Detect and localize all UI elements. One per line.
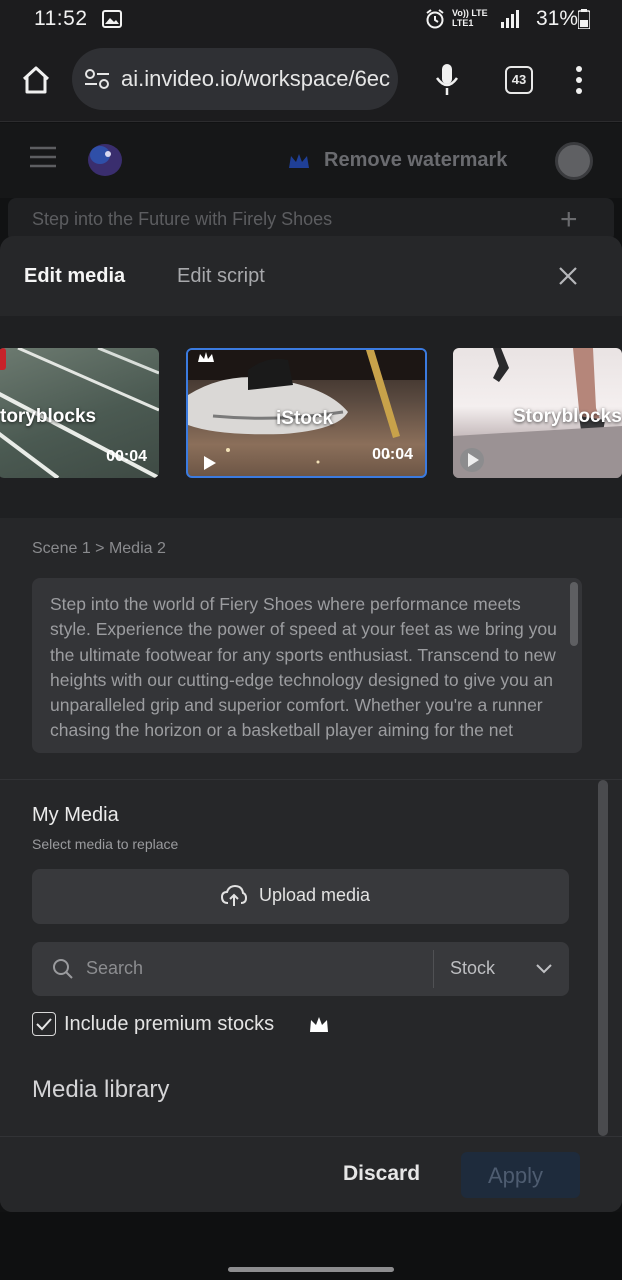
app-header: Remove watermark [0,123,622,198]
signal-icon [501,10,519,28]
my-media-title: My Media [32,804,119,826]
alarm-icon [426,9,444,29]
breadcrumb: Scene 1 > Media 2 [32,540,166,557]
media-search-bar: Search Stock [32,942,569,996]
network-bottom: LTE1 [452,18,474,28]
remove-watermark-button[interactable]: Remove watermark [324,149,507,172]
tab-switcher-button[interactable]: 43 [505,66,533,94]
add-scene-icon[interactable]: + [560,203,578,237]
chevron-down-icon[interactable] [535,963,553,975]
stock-filter-select[interactable]: Stock [450,958,495,979]
checkmark-icon [36,1018,52,1031]
media-thumbnail-selected[interactable]: iStock 00:04 [186,348,427,478]
play-icon [204,456,216,470]
thumbnail-source-label: iStock [276,408,334,429]
close-icon[interactable] [552,260,584,292]
crown-icon [310,1017,328,1032]
apply-button[interactable]: Apply [461,1152,580,1198]
hamburger-menu-icon[interactable] [29,145,57,169]
modal-scrollbar[interactable] [598,780,608,1136]
thumbnail-source-label: toryblocks [0,406,97,427]
search-input[interactable]: Search [86,958,143,979]
edit-media-modal: Edit media Edit script toryblocks 00:04 [0,236,622,1212]
media-library-title: Media library [32,1076,170,1103]
address-bar[interactable]: ai.invideo.io/workspace/6ec [72,48,398,110]
url-text: ai.invideo.io/workspace/6ec [121,66,391,91]
apply-label: Apply [488,1163,544,1188]
gallery-icon [102,10,122,28]
script-scrollbar[interactable] [570,582,578,646]
media-thumbnail[interactable]: toryblocks 00:04 [0,348,159,478]
my-media-subtitle: Select media to replace [32,836,179,852]
thumbnail-duration: 00:04 [372,446,413,463]
script-textarea[interactable]: Step into the world of Fiery Shoes where… [32,578,582,753]
site-settings-icon[interactable] [84,68,110,90]
home-icon[interactable] [20,64,52,96]
search-icon [53,959,73,979]
media-thumbnail-strip: toryblocks 00:04 iStock 00:04 Storyblock… [0,316,622,518]
tab-edit-script[interactable]: Edit script [177,265,265,288]
network-indicator: Vo)) LTE LTE1 [452,8,488,28]
upload-media-button[interactable]: Upload media [32,869,569,924]
search-separator [433,950,434,988]
thumbnail-duration: 00:04 [106,448,147,465]
upload-media-label: Upload media [259,885,371,905]
battery-percent: 31% [535,7,578,30]
status-bar: 11:52 Vo)) LTE LTE1 31% [0,0,622,40]
tab-edit-media[interactable]: Edit media [24,265,125,288]
battery-icon [578,9,590,29]
microphone-icon[interactable] [434,62,460,98]
network-top: Vo)) LTE [452,8,488,18]
invideo-logo-icon [88,144,122,176]
avatar[interactable] [555,142,593,180]
script-text: Step into the world of Fiery Shoes where… [50,594,557,741]
more-options-icon[interactable] [572,64,586,96]
home-indicator[interactable] [228,1267,394,1272]
status-time: 11:52 [34,7,88,30]
media-thumbnail[interactable]: Storyblocks [453,348,622,478]
thumbnail-source-label: Storyblocks [513,406,622,427]
premium-stocks-checkbox[interactable] [32,1012,56,1036]
divider [0,779,622,780]
cloud-upload-icon [221,885,247,906]
premium-stocks-label: Include premium stocks [64,1013,275,1035]
crown-icon [289,154,309,168]
project-title: Step into the Future with Firely Shoes [32,209,333,229]
browser-toolbar: ai.invideo.io/workspace/6ec 43 [0,40,622,122]
discard-button[interactable]: Discard [343,1162,420,1186]
